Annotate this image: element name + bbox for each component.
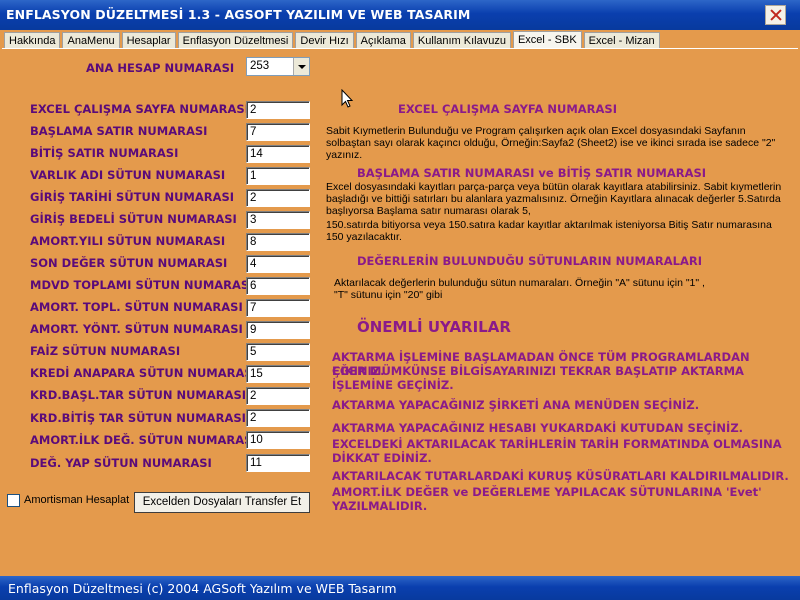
field-label-excel-sayfa: EXCEL ÇALIŞMA SAYFA NUMARASI bbox=[30, 102, 249, 116]
warning-4-line-2: DİKKAT EDİNİZ. bbox=[332, 451, 432, 465]
status-text: Enflasyon Düzeltmesi (c) 2004 AGSoft Yaz… bbox=[8, 581, 397, 596]
field-label-giris-bedeli: GİRİŞ BEDELİ SÜTUN NUMARASI bbox=[30, 212, 237, 226]
info-text-sayfa-2: solbaştan sayı olarak kaçıncı olduğu, Ör… bbox=[326, 137, 776, 149]
ana-hesap-select[interactable]: 253 bbox=[246, 57, 310, 76]
tab-aciklama[interactable]: Açıklama bbox=[355, 32, 411, 49]
tab-strip: Hakkında AnaMenu Hesaplar Enflasyon Düze… bbox=[4, 31, 662, 49]
tab-excel-sbk[interactable]: Excel - SBK bbox=[512, 31, 582, 49]
tab-hakkinda[interactable]: Hakkında bbox=[4, 32, 61, 49]
ana-hesap-value: 253 bbox=[250, 60, 270, 72]
amort-yili-input[interactable]: 8 bbox=[246, 233, 310, 251]
info-heading-satir: BAŞLAMA SATIR NUMARASI ve BİTİŞ SATIR NU… bbox=[357, 166, 707, 180]
warning-5: AKTARILACAK TUTARLARDAKİ KURUŞ KÜSÜRATLA… bbox=[332, 469, 789, 483]
info-heading-sutun: DEĞERLERİN BULUNDUĞU SÜTUNLARIN NUMARALA… bbox=[357, 254, 702, 268]
mouse-cursor-icon bbox=[341, 89, 354, 108]
tab-anamenu[interactable]: AnaMenu bbox=[62, 32, 120, 49]
info-text-sutun-2: "T" sütunu için "20" gibi bbox=[334, 289, 443, 301]
tab-hesaplar[interactable]: Hesaplar bbox=[121, 32, 176, 49]
giris-tarihi-input[interactable]: 2 bbox=[246, 189, 310, 207]
field-label-bitis-satir: BİTİŞ SATIR NUMARASI bbox=[30, 146, 179, 160]
info-text-satir-1: Excel dosyasındaki kayıtları parça-parça… bbox=[326, 181, 782, 193]
field-label-mdvd-toplami: MDVD TOPLAMI SÜTUN NUMARASI bbox=[30, 278, 254, 292]
giris-bedeli-input[interactable]: 3 bbox=[246, 211, 310, 229]
warning-1-line-3: İŞLEMİNE GEÇİNİZ. bbox=[332, 378, 454, 392]
amort-ilk-deg-input[interactable]: 10 bbox=[246, 431, 310, 449]
ana-hesap-label: ANA HESAP NUMARASI bbox=[86, 61, 235, 75]
field-label-kredi-anapara: KREDİ ANAPARA SÜTUN NUMARASI bbox=[30, 366, 257, 380]
info-text-sayfa-3: yazınız. bbox=[326, 149, 363, 161]
field-label-faiz: FAİZ SÜTUN NUMARASI bbox=[30, 344, 181, 358]
window-title: ENFLASYON DÜZELTMESİ 1.3 - AGSOFT YAZILI… bbox=[6, 7, 471, 22]
warning-4-line-1: EXCELDEKİ AKTARILACAK TARİHLERİN TARİH F… bbox=[332, 437, 782, 451]
mdvd-toplami-input[interactable]: 6 bbox=[246, 277, 310, 295]
field-label-varlik-adi: VARLIK ADI SÜTUN NUMARASI bbox=[30, 168, 226, 182]
transfer-button[interactable]: Excelden Dosyaları Transfer Et bbox=[134, 492, 310, 513]
info-text-satir-3: başlıyorsa Başlama satır numarası olarak… bbox=[326, 205, 531, 217]
varlik-adi-input[interactable]: 1 bbox=[246, 167, 310, 185]
warning-6-line-1: AMORT.İLK DEĞER ve DEĞERLEME YAPILACAK S… bbox=[332, 485, 762, 499]
info-text-satir-2: başladığı ve bittiği satırları bu alanla… bbox=[326, 193, 781, 205]
info-text-sayfa-1: Sabit Kıymetlerin Bulunduğu ve Program ç… bbox=[326, 125, 746, 137]
field-label-amort-yili: AMORT.YILI SÜTUN NUMARASI bbox=[30, 234, 226, 248]
amortisman-checkbox-label: Amortisman Hesaplat bbox=[24, 494, 130, 506]
amortisman-checkbox[interactable] bbox=[7, 494, 20, 507]
field-label-baslama-satir: BAŞLAMA SATIR NUMARASI bbox=[30, 124, 208, 138]
bitis-satir-input[interactable]: 14 bbox=[246, 145, 310, 163]
info-text-satir-5: 150 yazılacaktır. bbox=[326, 231, 402, 243]
info-text-sutun-1: Aktarılacak değerlerin bulunduğu sütun n… bbox=[334, 277, 705, 289]
warning-2: AKTARMA YAPACAĞINIZ ŞİRKETİ ANA MENÜDEN … bbox=[332, 398, 700, 412]
field-label-amort-yont: AMORT. YÖNT. SÜTUN NUMARASI bbox=[30, 322, 243, 336]
field-label-amort-ilk-deg: AMORT.İLK DEĞ. SÜTUN NUMARASI bbox=[30, 433, 257, 447]
field-label-deg-yap: DEĞ. YAP SÜTUN NUMARASI bbox=[30, 456, 212, 470]
deg-yap-input[interactable]: 11 bbox=[246, 454, 310, 472]
tab-excel-mizan[interactable]: Excel - Mizan bbox=[583, 32, 660, 49]
tab-kullanim-kilavuzu[interactable]: Kullanım Kılavuzu bbox=[412, 32, 511, 49]
excel-sayfa-input[interactable]: 2 bbox=[246, 101, 310, 119]
warning-3: AKTARMA YAPACAĞINIZ HESABI YUKARDAKİ KUT… bbox=[332, 421, 744, 435]
status-bar: Enflasyon Düzeltmesi (c) 2004 AGSoft Yaz… bbox=[0, 576, 800, 600]
faiz-input[interactable]: 5 bbox=[246, 343, 310, 361]
kredi-anapara-input[interactable]: 15 bbox=[246, 365, 310, 383]
krd-basl-tar-input[interactable]: 2 bbox=[246, 387, 310, 405]
info-text-satir-4: 150.satırda bitiyorsa veya 150.satıra ka… bbox=[326, 219, 772, 231]
warning-6-line-2: YAZILMALIDIR. bbox=[332, 499, 428, 513]
field-label-amort-topl: AMORT. TOPL. SÜTUN NUMARASI bbox=[30, 300, 243, 314]
warning-1-line-2: EĞER MÜMKÜNSE BİLGİSAYARINIZI TEKRAR BAŞ… bbox=[332, 364, 744, 378]
field-label-krd-basl-tar: KRD.BAŞL.TAR SÜTUN NUMARASI bbox=[30, 388, 247, 402]
amort-yont-input[interactable]: 9 bbox=[246, 321, 310, 339]
field-label-son-deger: SON DEĞER SÜTUN NUMARASI bbox=[30, 256, 228, 270]
chevron-down-icon[interactable] bbox=[293, 58, 309, 75]
tab-enflasyon-duzeltmesi[interactable]: Enflasyon Düzeltmesi bbox=[177, 32, 294, 49]
close-icon[interactable] bbox=[765, 5, 786, 25]
info-heading-uyarilar: ÖNEMLİ UYARILAR bbox=[357, 318, 511, 336]
field-label-krd-bitis-tar: KRD.BİTİŞ TAR SÜTUN NUMARASI bbox=[30, 411, 246, 425]
field-label-giris-tarihi: GİRİŞ TARİHİ SÜTUN NUMARASI bbox=[30, 190, 235, 204]
info-heading-sayfa: EXCEL ÇALIŞMA SAYFA NUMARASI bbox=[398, 102, 617, 116]
tab-devir-hizi[interactable]: Devir Hızı bbox=[295, 32, 354, 49]
title-bar: ENFLASYON DÜZELTMESİ 1.3 - AGSOFT YAZILI… bbox=[0, 0, 800, 30]
baslama-satir-input[interactable]: 7 bbox=[246, 123, 310, 141]
app-window: ENFLASYON DÜZELTMESİ 1.3 - AGSOFT YAZILI… bbox=[0, 0, 800, 600]
son-deger-input[interactable]: 4 bbox=[246, 255, 310, 273]
krd-bitis-tar-input[interactable]: 2 bbox=[246, 409, 310, 427]
tab-divider bbox=[2, 48, 798, 49]
amort-topl-input[interactable]: 7 bbox=[246, 299, 310, 317]
